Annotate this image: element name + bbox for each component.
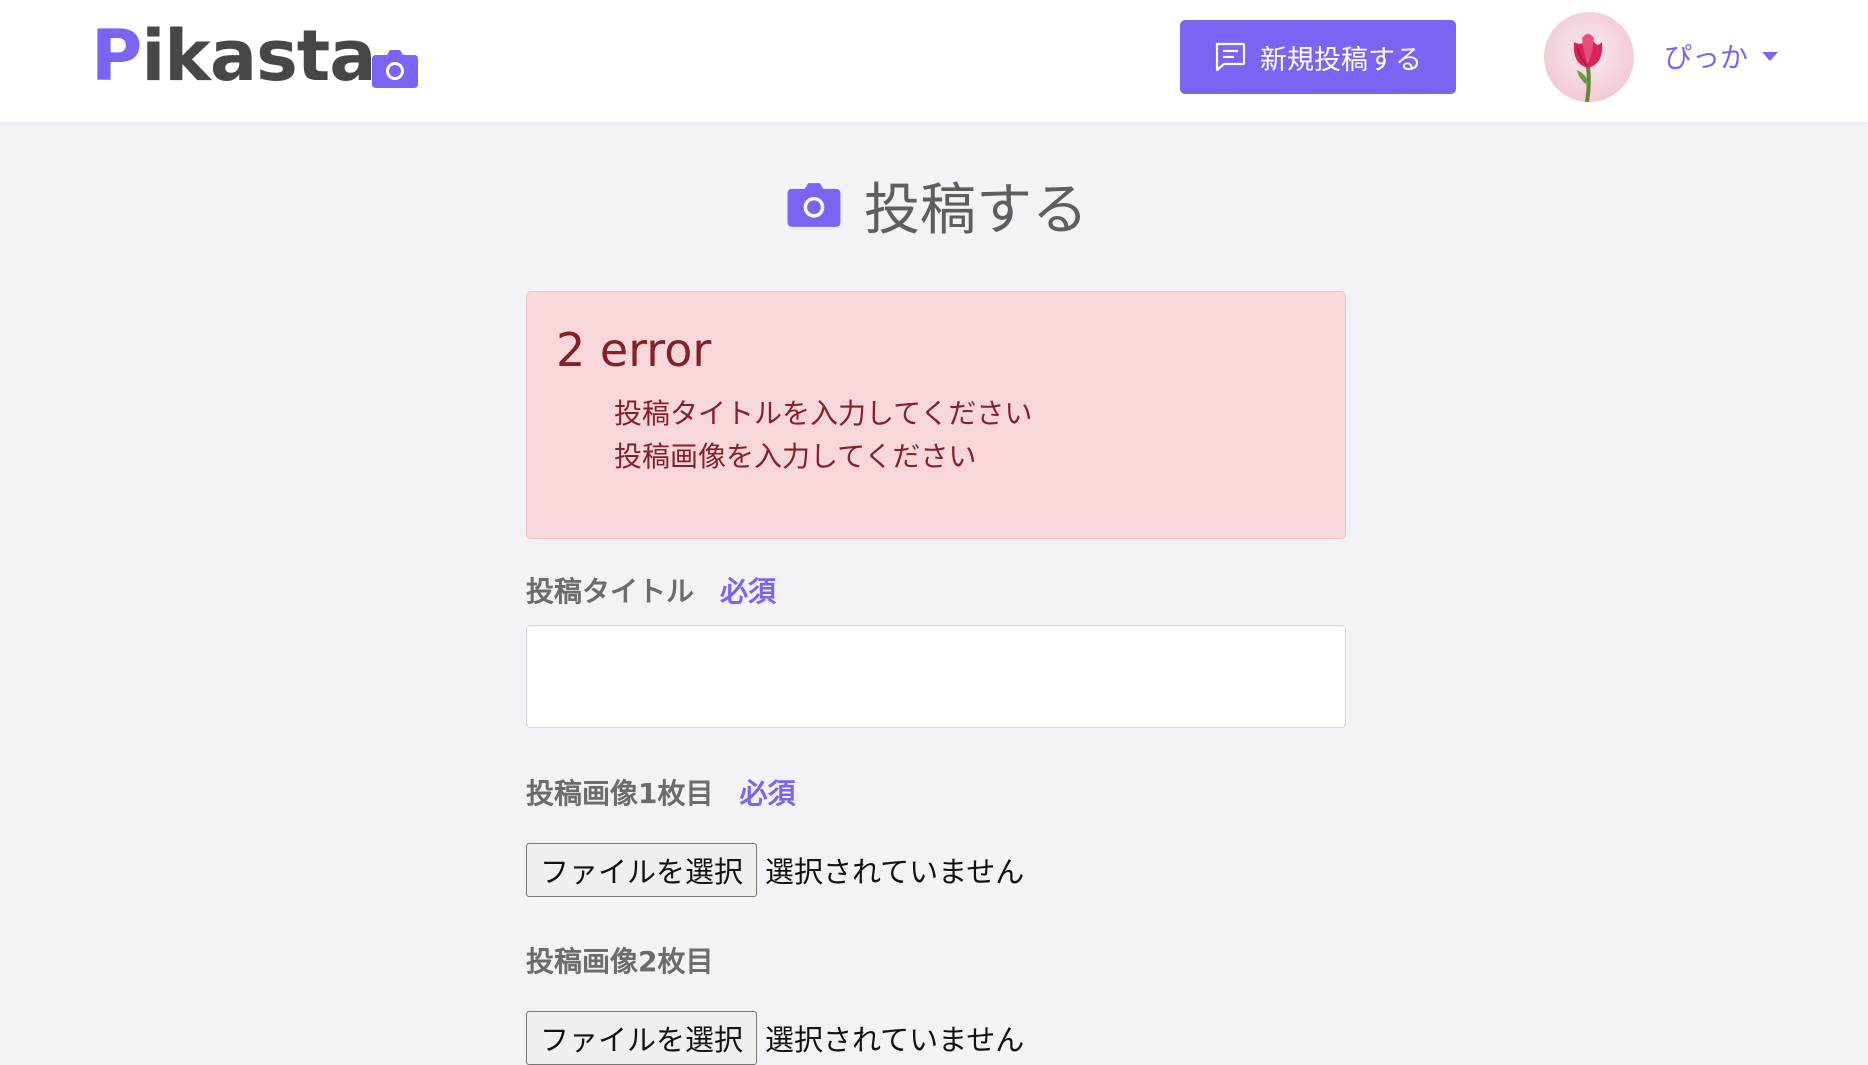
error-heading: 2 error (556, 323, 712, 377)
user-menu[interactable]: ぴっか (1664, 34, 1779, 78)
image1-field-label: 投稿画像1枚目 必須 (526, 772, 796, 812)
error-item: 投稿タイトルを入力してください (614, 397, 1033, 430)
caret-down-icon (1762, 51, 1779, 61)
choose-file-button[interactable]: ファイルを選択 (526, 843, 758, 897)
image2-file-input: ファイルを選択 選択されていません (526, 1011, 1024, 1065)
image1-file-input: ファイルを選択 選択されていません (526, 843, 1024, 897)
camera-icon (372, 50, 418, 88)
required-badge: 必須 (720, 575, 777, 608)
username: ぴっか (1664, 41, 1749, 74)
error-alert: 2 error 投稿タイトルを入力してください 投稿画像を入力してください (526, 291, 1346, 539)
image2-field-label: 投稿画像2枚目 (526, 940, 713, 980)
title-input[interactable] (526, 625, 1346, 728)
message-icon (1215, 42, 1246, 72)
site-logo[interactable]: Pikasta (91, 15, 376, 97)
site-header: Pikasta 新規投稿する ぴっか (0, 0, 1868, 122)
file-status: 選択されていません (765, 1023, 1025, 1057)
title-label-text: 投稿タイトル (526, 575, 695, 608)
new-post-button[interactable]: 新規投稿する (1180, 20, 1456, 94)
page-title-text: 投稿する (864, 177, 1088, 243)
title-field-label: 投稿タイトル 必須 (526, 570, 776, 610)
tulip-image (1573, 34, 1603, 102)
page-title: 投稿する (786, 170, 1088, 243)
logo-rest: ikasta (141, 15, 376, 97)
new-post-label: 新規投稿する (1260, 44, 1422, 76)
logo-first-letter: P (91, 15, 142, 97)
error-item: 投稿画像を入力してください (614, 440, 977, 473)
choose-file-button[interactable]: ファイルを選択 (526, 1011, 758, 1065)
file-status: 選択されていません (765, 855, 1025, 889)
image2-label-text: 投稿画像2枚目 (526, 945, 714, 978)
camera-icon (787, 183, 841, 227)
avatar[interactable] (1544, 12, 1634, 102)
image1-label-text: 投稿画像1枚目 (526, 777, 714, 810)
required-badge: 必須 (739, 777, 796, 810)
error-list: 投稿タイトルを入力してください 投稿画像を入力してください (614, 392, 1032, 478)
